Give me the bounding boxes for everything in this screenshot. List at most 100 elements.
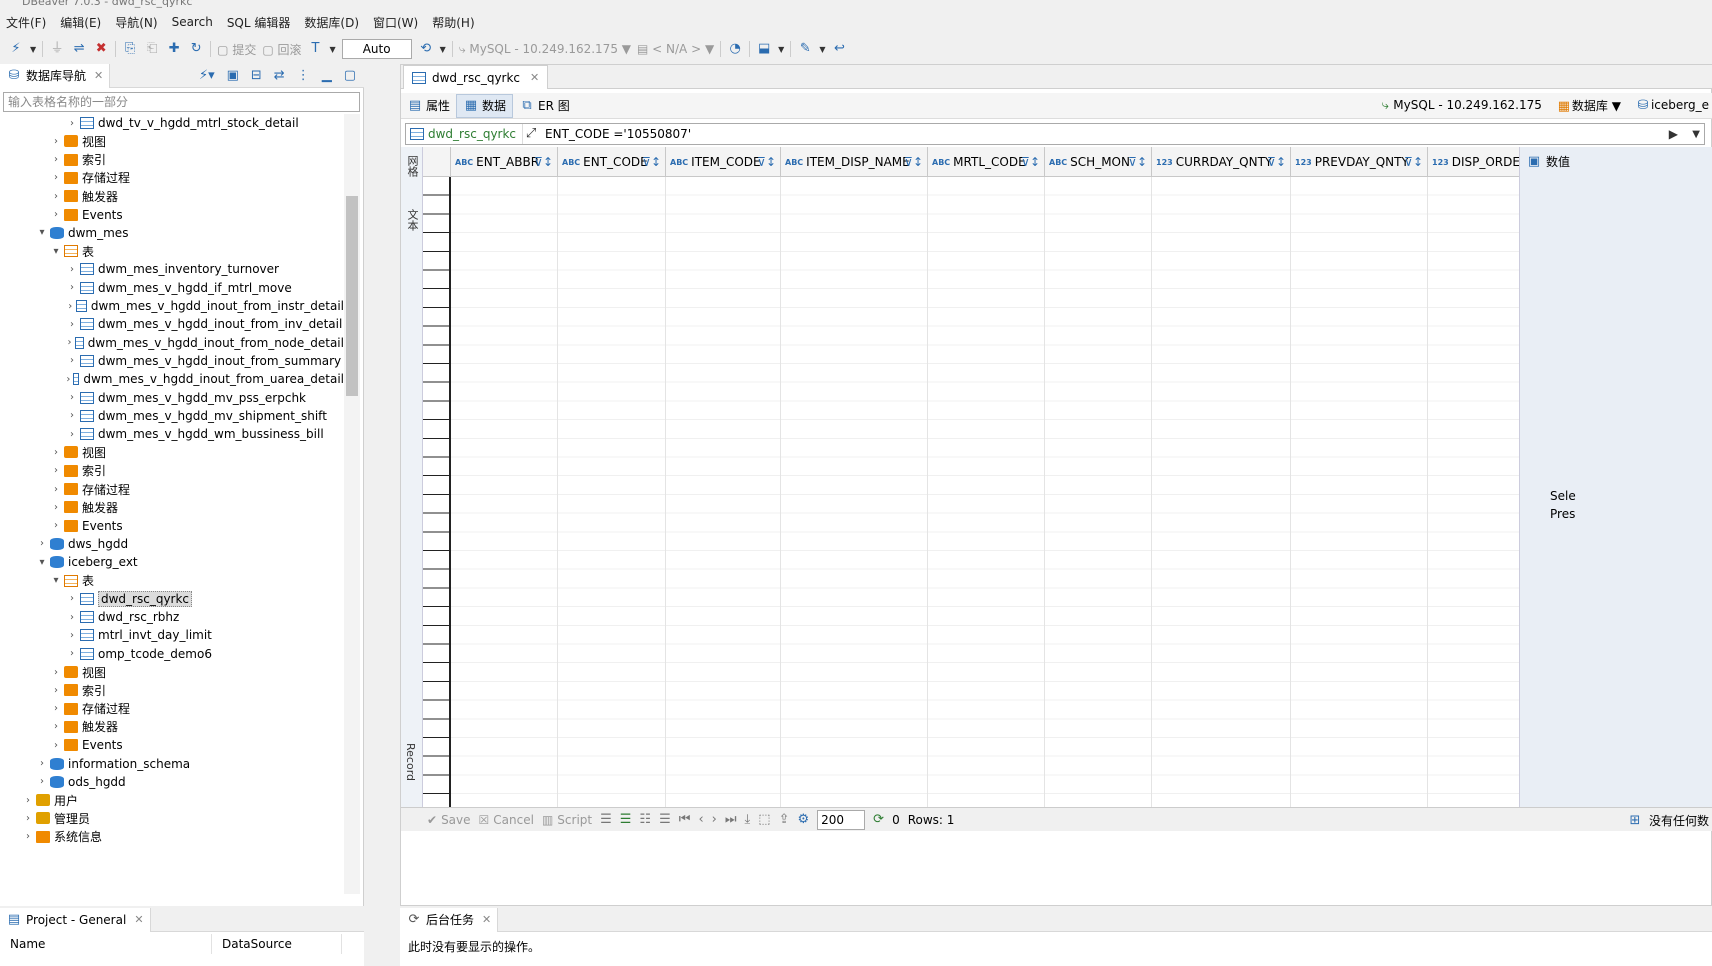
tree-item[interactable]: › 用户 [0, 791, 344, 809]
minimize-icon[interactable]: ▁ [322, 68, 332, 83]
column-header-datasource[interactable]: DataSource [212, 934, 342, 954]
tree-item[interactable]: › Events [0, 517, 344, 535]
tree-item[interactable]: › 索引 [0, 151, 344, 169]
menu-search[interactable]: Search [172, 15, 213, 29]
tree-item[interactable]: › dwd_rsc_rbhz [0, 608, 344, 626]
navigator-filter-input[interactable]: 输入表格名称的一部分 [3, 92, 360, 112]
chevron-right-icon[interactable]: › [50, 209, 62, 220]
column-header[interactable]: ABC MRTL_CODE ⊽↕ [928, 147, 1045, 177]
view-menu-icon[interactable]: ⋮ [297, 68, 310, 83]
chevron-down-icon[interactable]: ▼ [819, 45, 825, 54]
next-page-icon[interactable]: › [712, 812, 717, 827]
new-connection-icon[interactable]: ⚡ [8, 41, 24, 57]
chevron-right-icon[interactable]: › [66, 630, 78, 641]
chevron-right-icon[interactable]: › [66, 612, 78, 623]
close-icon[interactable]: ✕ [530, 71, 539, 84]
tree-item[interactable]: › dwm_mes_v_hgdd_inout_from_instr_detail [0, 297, 344, 315]
chevron-right-icon[interactable]: › [66, 118, 78, 129]
chevron-right-icon[interactable]: › [66, 337, 73, 348]
tree-item[interactable]: › dwm_mes_v_hgdd_if_mtrl_move [0, 279, 344, 297]
fetch-all-icon[interactable]: ⬚ [758, 812, 770, 827]
active-connection-select[interactable]: ⤷ MySQL - 10.249.162.175 ▼ [459, 42, 631, 57]
chevron-right-icon[interactable]: › [50, 502, 62, 513]
tree-item[interactable]: › 存储过程 [0, 169, 344, 187]
tree-item[interactable]: › dwm_mes_v_hgdd_wm_bussiness_bill [0, 425, 344, 443]
chevron-right-icon[interactable]: › [66, 429, 78, 440]
commit-button[interactable]: ▢ 提交 [217, 41, 256, 58]
refresh-icon[interactable]: ⟳ [873, 812, 884, 827]
tree-item[interactable]: › dwm_mes_v_hgdd_inout_from_node_detail [0, 334, 344, 352]
chevron-right-icon[interactable]: › [66, 648, 78, 659]
grid-view-toggle[interactable]: 网格 [404, 155, 420, 177]
chevron-right-icon[interactable]: › [50, 465, 62, 476]
column-header[interactable]: ABC SCH_MON ⊽↕ [1045, 147, 1152, 177]
menu-edit[interactable]: 编辑(E) [60, 14, 101, 31]
tab-background-tasks[interactable]: ⟳ 后台任务 ✕ [400, 907, 499, 932]
apply-filter-icon[interactable]: ▶ [1669, 127, 1678, 141]
column-header[interactable]: ABC ITEM_CODE ⊽↕ [666, 147, 781, 177]
cancel-button[interactable]: ☒ Cancel [479, 813, 534, 827]
transaction-mode-select[interactable]: Auto [341, 39, 412, 59]
dashboard-icon[interactable]: ◔ [727, 41, 743, 57]
scrollbar-thumb[interactable] [346, 196, 358, 396]
grid-column[interactable] [451, 177, 558, 807]
disconnect-icon[interactable]: ✖ [93, 41, 109, 57]
chevron-right-icon[interactable]: › [50, 740, 62, 751]
tree-item[interactable]: › dws_hgdd [0, 535, 344, 553]
tree-item[interactable]: › dwm_mes_v_hgdd_inout_from_summary [0, 352, 344, 370]
transaction-mode-icon[interactable]: T [308, 41, 324, 57]
chevron-right-icon[interactable]: › [36, 758, 48, 769]
chevron-right-icon[interactable]: › [50, 154, 62, 165]
chevron-right-icon[interactable]: › [50, 172, 62, 183]
tree-item[interactable]: › information_schema [0, 755, 344, 773]
chevron-right-icon[interactable]: › [66, 410, 78, 421]
rollback-button[interactable]: ▢ 回滚 [262, 41, 301, 58]
settings-gear-icon[interactable]: ⚙ [798, 812, 810, 827]
edit-row-icon[interactable]: ☰ [600, 812, 612, 827]
filter-sort-icon[interactable]: ⊽↕ [904, 155, 923, 169]
grid-column[interactable] [1045, 177, 1152, 807]
tab-er-diagram[interactable]: ⧉ ER 图 [513, 94, 576, 118]
new-connection-icon[interactable]: ⚡▾ [199, 68, 215, 83]
chevron-right-icon[interactable]: › [66, 319, 78, 330]
tree-item[interactable]: › dwm_mes_v_hgdd_inout_from_uarea_detail [0, 370, 344, 388]
grid-column[interactable] [781, 177, 928, 807]
tree-item[interactable]: › 索引 [0, 681, 344, 699]
grid-column[interactable] [1152, 177, 1291, 807]
column-header[interactable]: 123 PREVDAY_QNTY ⊽↕ [1291, 147, 1428, 177]
grid-column[interactable] [1291, 177, 1428, 807]
chevron-right-icon[interactable]: › [50, 520, 62, 531]
grid-column[interactable] [928, 177, 1045, 807]
tree-item[interactable]: › Events [0, 206, 344, 224]
editor-database-select[interactable]: ▦ 数据库 ▼ [1556, 97, 1621, 115]
column-header[interactable]: 123 CURRDAY_QNTY ⊽↕ [1152, 147, 1291, 177]
tab-project-general[interactable]: ▤ Project - General ✕ [0, 907, 151, 932]
tree-item[interactable]: › 系统信息 [0, 828, 344, 846]
tree-item[interactable]: › 存储过程 [0, 480, 344, 498]
connect-icon[interactable]: ⇌ [71, 41, 87, 57]
tab-data[interactable]: ▦ 数据 [456, 93, 514, 118]
chevron-down-icon[interactable]: ▼ [30, 45, 36, 54]
chevron-down-icon[interactable]: ▾ [50, 246, 62, 257]
chevron-right-icon[interactable]: › [36, 538, 48, 549]
text-view-toggle[interactable]: 文本 [404, 209, 420, 231]
chevron-down-icon[interactable]: ▼ [440, 45, 446, 54]
filter-sort-icon[interactable]: ⊽↕ [1404, 155, 1423, 169]
tab-dwd-rsc-qyrkc[interactable]: dwd_rsc_qyrkc ✕ [403, 65, 549, 89]
filter-sort-icon[interactable]: ⊽↕ [1267, 155, 1286, 169]
tree-item[interactable]: › 视图 [0, 132, 344, 150]
column-header[interactable]: ABC ITEM_DISP_NAME ⊽↕ [781, 147, 928, 177]
tree-item[interactable]: › dwm_mes_inventory_turnover [0, 260, 344, 278]
chevron-down-icon[interactable]: ▼ [778, 45, 784, 54]
filter-input[interactable]: ENT_CODE ='10550807' [539, 127, 691, 141]
tree-item[interactable]: › dwd_rsc_qyrkc [0, 590, 344, 608]
chevron-right-icon[interactable]: › [22, 795, 34, 806]
column-header[interactable]: ABC ENT_ABBR ⊽↕ [451, 147, 558, 177]
tree-item[interactable]: ▾ iceberg_ext [0, 553, 344, 571]
chevron-right-icon[interactable]: › [66, 282, 78, 293]
save-button[interactable]: ✔ Save [427, 813, 471, 827]
fetch-size-input[interactable]: 200 [817, 809, 866, 830]
panel-toggle-icon[interactable]: ⊞ [1627, 813, 1643, 829]
chevron-right-icon[interactable]: › [22, 831, 34, 842]
expand-icon[interactable]: ⤢ [523, 126, 539, 142]
